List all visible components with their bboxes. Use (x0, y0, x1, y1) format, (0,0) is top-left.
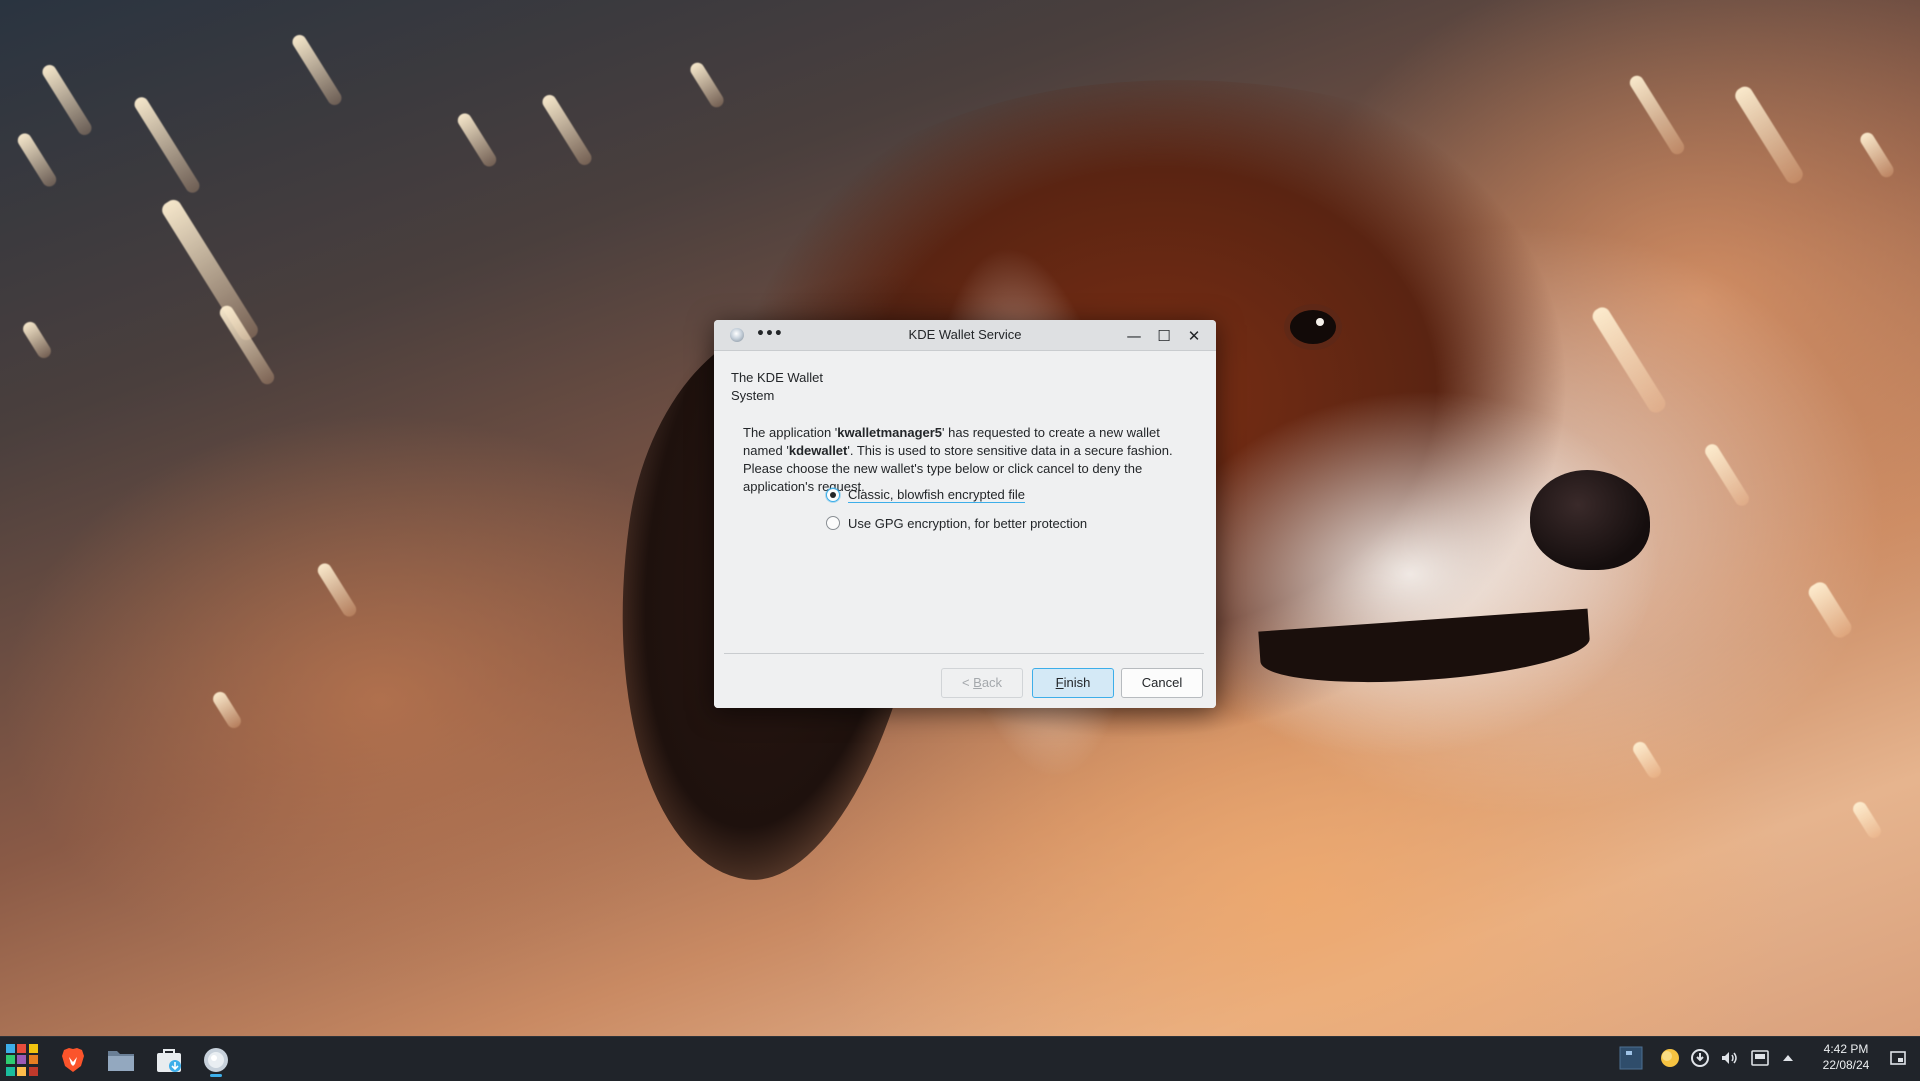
ember (1805, 579, 1855, 641)
brave-browser-icon[interactable] (58, 1045, 88, 1075)
radio-classic-blowfish[interactable] (826, 488, 840, 502)
minimize-icon[interactable]: — (1124, 326, 1144, 346)
cancel-button[interactable]: Cancel (1121, 668, 1203, 698)
back-button-rest: ack (981, 675, 1003, 690)
wallet-name: kdewallet (788, 443, 848, 458)
ember (39, 62, 95, 138)
title-bar[interactable]: ••• KDE Wallet Service — ☐ ✕ (714, 320, 1216, 351)
wallpaper-dog-nose (1530, 470, 1650, 570)
ember (315, 560, 359, 620)
wallpaper-dog-eye (1290, 310, 1336, 344)
ember (289, 32, 345, 108)
ember (20, 319, 54, 361)
ember (1850, 799, 1884, 841)
kde-wallet-app-icon[interactable] (730, 328, 744, 342)
option-classic-blowfish[interactable]: Classic, blowfish encrypted file (826, 485, 1026, 505)
requesting-app-name: kwalletmanager5 (837, 425, 943, 440)
file-manager-icon[interactable] (106, 1045, 136, 1075)
night-color-icon[interactable] (1660, 1046, 1680, 1070)
option-classic-blowfish-label[interactable]: Classic, blowfish encrypted file (848, 487, 1026, 503)
ember (15, 130, 59, 190)
volume-icon[interactable] (1719, 1046, 1739, 1070)
ember (210, 689, 244, 731)
updates-icon[interactable] (1690, 1046, 1710, 1070)
radio-gpg-encryption[interactable] (826, 516, 840, 530)
back-button-prefix: < (961, 675, 974, 690)
finish-button-rest: inish (1063, 675, 1091, 690)
clock[interactable]: 4:42 PM 22/08/24 (1804, 1041, 1888, 1073)
close-icon[interactable]: ✕ (1184, 326, 1204, 346)
wizard-side-title-line1: The KDE Wallet (731, 370, 823, 385)
ember (455, 110, 499, 170)
ember (159, 196, 261, 344)
wizard-side-title: The KDE Wallet System (731, 369, 851, 405)
message-text-part1: The application ' (743, 425, 838, 440)
kde-wallet-dialog: ••• KDE Wallet Service — ☐ ✕ The KDE Wal… (714, 320, 1216, 708)
ember (687, 60, 727, 110)
active-task-indicator (210, 1074, 222, 1077)
ember (1857, 130, 1897, 180)
clock-date: 22/08/24 (1822, 1058, 1870, 1072)
show-desktop-icon[interactable] (1888, 1046, 1908, 1070)
finish-button-mnemonic: F (1055, 675, 1064, 690)
wizard-side-title-line2: System (731, 388, 775, 403)
software-store-icon[interactable] (154, 1045, 184, 1075)
ember (1630, 739, 1664, 781)
kde-wallet-icon[interactable] (201, 1045, 231, 1075)
option-gpg-encryption-label[interactable]: Use GPG encryption, for better protectio… (848, 516, 1087, 531)
back-button[interactable]: < Back (941, 668, 1023, 698)
clock-time: 4:42 PM (1823, 1042, 1869, 1056)
network-icon[interactable] (1749, 1046, 1771, 1070)
button-separator (724, 653, 1204, 654)
window-menu-icon[interactable]: ••• (756, 326, 783, 342)
ember (1732, 83, 1806, 187)
ember (539, 92, 595, 168)
ember (1702, 441, 1752, 509)
back-button-mnemonic: B (973, 675, 982, 690)
finish-button[interactable]: Finish (1032, 668, 1114, 698)
pager-icon[interactable] (1619, 1046, 1643, 1070)
ember (131, 94, 203, 196)
application-launcher-icon[interactable] (6, 1044, 38, 1076)
option-gpg-encryption[interactable]: Use GPG encryption, for better protectio… (826, 513, 1087, 533)
maximize-icon[interactable]: ☐ (1154, 326, 1174, 346)
ember (1627, 73, 1687, 157)
expand-tray-icon[interactable] (1779, 1046, 1797, 1070)
window-title: KDE Wallet Service (908, 327, 1022, 342)
